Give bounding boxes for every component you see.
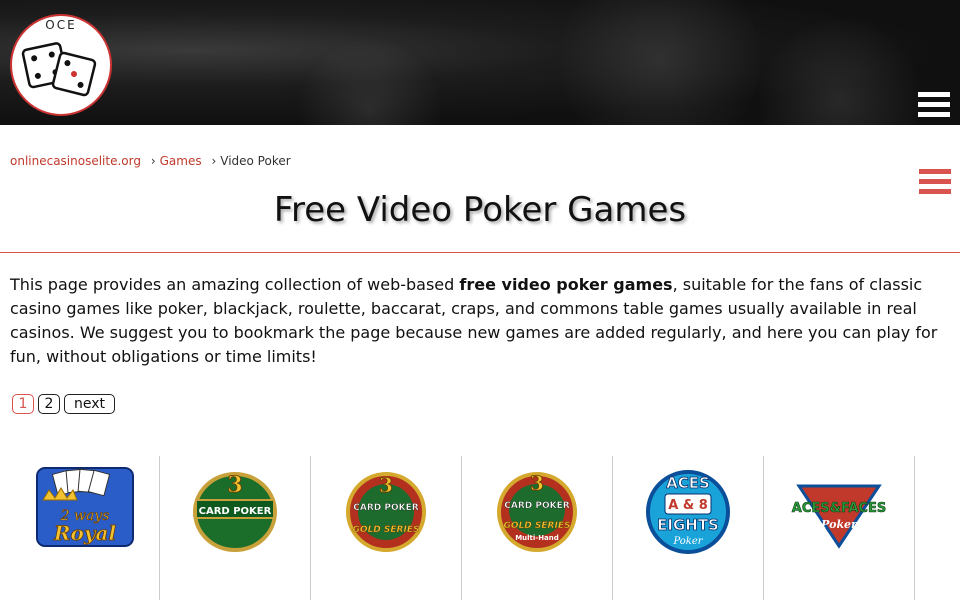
page-1-button[interactable]: 1 [12,394,34,414]
game-logo-line1: ACES [666,474,710,492]
next-page-button[interactable]: next [64,394,116,414]
site-header: OCE [0,0,960,125]
page-2-button[interactable]: 2 [38,394,60,414]
background-chip [300,40,440,125]
game-thumbnail: 3 CARD POKER GOLD SERIES Multi-Hand [497,471,577,552]
game-logo-line3: GOLD SERIES [353,525,420,535]
breadcrumb-games-link[interactable]: Games [160,154,202,168]
game-thumbnail: 3 CARD POKER GOLD SERIES [346,472,426,552]
game-logo-line1: 3 [530,471,544,495]
breadcrumb-separator: › [211,154,217,168]
background-chip [560,0,760,125]
game-tile-3-card-poker[interactable]: 3 CARD POKER [160,456,311,600]
intro-bold: free video poker games [459,275,673,294]
divider [0,252,960,253]
game-logo-line4: Poker [672,536,703,547]
breadcrumb: onlinecasinoselite.org › Games › Video Pok… [10,154,291,168]
game-tile-2-ways-royal[interactable]: 2 ways Royal [9,456,160,600]
game-logo-line2: CARD POKER [353,503,418,513]
intro-text-1: This page provides an amazing collection… [10,275,460,294]
page-title: Free Video Poker Games [273,190,687,230]
pagination: 1 2 next [12,394,116,414]
game-thumbnail: ACES A & 8 EIGHTS Poker [646,470,730,554]
game-thumbnail: 2 ways Royal [36,467,134,547]
game-logo-line1: 3 [379,473,393,497]
games-grid: 2 ways Royal 3 CARD POKER 3 CARD POKER G… [9,456,915,600]
game-logo-line2: CARD POKER [199,506,272,517]
game-logo-line2: A & 8 [668,498,708,513]
game-thumbnail: 3 CARD POKER [193,472,277,552]
game-logo-line2: Royal [53,521,117,545]
intro-paragraph: This page provides an amazing collection… [10,273,950,369]
game-tile-3-card-poker-gold[interactable]: 3 CARD POKER GOLD SERIES [311,456,462,600]
breadcrumb-current: Video Poker [220,154,291,168]
game-logo-line1: 3 [227,472,242,498]
breadcrumb-separator: › [150,154,156,168]
dice-icon [21,42,97,97]
game-tile-aces-faces-poker[interactable]: ACES&FACES Poker [764,456,915,600]
game-logo-line4: Multi-Hand [515,534,559,542]
game-logo-line3: GOLD SERIES [504,521,571,531]
site-logo[interactable]: OCE [10,14,112,116]
game-logo-line3: EIGHTS [657,516,719,534]
game-logo-line1: ACES&FACES [792,501,886,516]
game-logo-line2: CARD POKER [504,501,569,511]
background-chip [760,20,920,125]
game-logo-line2: Poker [820,518,858,531]
game-thumbnail: ACES&FACES Poker [791,484,887,549]
game-tile-aces-eights-poker[interactable]: ACES A & 8 EIGHTS Poker [613,456,764,600]
breadcrumb-home-link[interactable]: onlinecasinoselite.org [10,154,141,168]
game-tile-3-card-poker-gold-multi-hand[interactable]: 3 CARD POKER GOLD SERIES Multi-Hand [462,456,613,600]
hamburger-icon[interactable] [918,92,950,118]
